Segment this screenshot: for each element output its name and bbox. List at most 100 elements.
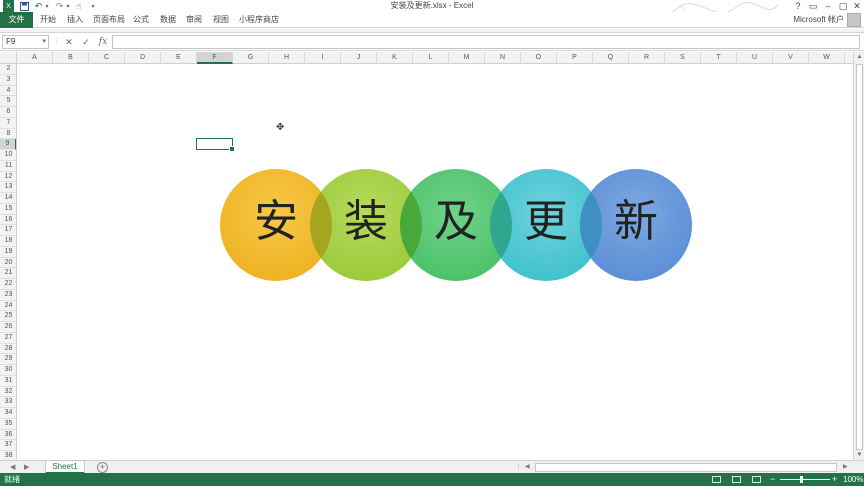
row-header-11[interactable]: 11 xyxy=(0,161,16,172)
tab-insert[interactable]: 插入 xyxy=(67,12,83,28)
row-header-24[interactable]: 24 xyxy=(0,301,16,312)
column-header-e[interactable]: E xyxy=(161,52,197,64)
name-box[interactable]: F9 ▾ xyxy=(2,35,49,49)
column-header-o[interactable]: O xyxy=(521,52,557,64)
row-header-21[interactable]: 21 xyxy=(0,268,16,279)
column-header-n[interactable]: N xyxy=(485,52,521,64)
chevron-down-icon[interactable]: ▾ xyxy=(42,36,46,48)
horizontal-scroll-thumb[interactable] xyxy=(535,463,837,472)
row-header-17[interactable]: 17 xyxy=(0,225,16,236)
tab-home[interactable]: 开始 xyxy=(40,12,56,28)
column-header-g[interactable]: G xyxy=(233,52,269,64)
zoom-slider-thumb[interactable] xyxy=(800,476,803,483)
column-header-t[interactable]: T xyxy=(701,52,737,64)
row-header-37[interactable]: 37 xyxy=(0,440,16,451)
row-header-34[interactable]: 34 xyxy=(0,408,16,419)
horizontal-scrollbar[interactable]: ◀ ▶ xyxy=(525,463,853,472)
row-header-6[interactable]: 6 xyxy=(0,107,16,118)
column-header-s[interactable]: S xyxy=(665,52,701,64)
tab-view[interactable]: 视图 xyxy=(213,12,229,28)
scroll-down-icon[interactable]: ▼ xyxy=(854,450,864,460)
row-header-12[interactable]: 12 xyxy=(0,172,16,183)
column-header-w[interactable]: W xyxy=(809,52,845,64)
column-header-p[interactable]: P xyxy=(557,52,593,64)
column-header-m[interactable]: M xyxy=(449,52,485,64)
row-header-5[interactable]: 5 xyxy=(0,96,16,107)
column-header-f[interactable]: F xyxy=(197,52,233,64)
row-header-19[interactable]: 19 xyxy=(0,247,16,258)
close-icon[interactable]: ✕ xyxy=(850,0,864,12)
row-header-28[interactable]: 28 xyxy=(0,344,16,355)
row-header-26[interactable]: 26 xyxy=(0,322,16,333)
tab-data[interactable]: 数据 xyxy=(160,12,176,28)
column-header-u[interactable]: U xyxy=(737,52,773,64)
row-header-20[interactable]: 20 xyxy=(0,258,16,269)
row-header-2[interactable]: 2 xyxy=(0,64,16,75)
circle-label-5: 新 xyxy=(614,196,658,247)
column-header-l[interactable]: L xyxy=(413,52,449,64)
add-sheet-button[interactable]: + xyxy=(97,462,108,473)
tab-page-layout[interactable]: 页面布局 xyxy=(93,12,125,28)
row-header-36[interactable]: 36 xyxy=(0,430,16,441)
column-header-r[interactable]: R xyxy=(629,52,665,64)
row-header-14[interactable]: 14 xyxy=(0,193,16,204)
row-header-10[interactable]: 10 xyxy=(0,150,16,161)
row-header-3[interactable]: 3 xyxy=(0,75,16,86)
column-header-a[interactable]: A xyxy=(17,52,53,64)
formula-input[interactable] xyxy=(112,35,860,49)
scroll-up-icon[interactable]: ▲ xyxy=(854,52,864,62)
page-break-preview-icon[interactable] xyxy=(752,476,761,483)
tab-mini-program-store[interactable]: 小程序商店 xyxy=(239,12,279,28)
vertical-scroll-thumb[interactable] xyxy=(856,64,863,450)
row-header-23[interactable]: 23 xyxy=(0,290,16,301)
normal-view-icon[interactable] xyxy=(712,476,721,483)
row-header-35[interactable]: 35 xyxy=(0,419,16,430)
zoom-out-button[interactable]: − xyxy=(770,473,775,486)
row-header-32[interactable]: 32 xyxy=(0,387,16,398)
row-header-27[interactable]: 27 xyxy=(0,333,16,344)
row-header-33[interactable]: 33 xyxy=(0,397,16,408)
row-header-13[interactable]: 13 xyxy=(0,182,16,193)
column-header-j[interactable]: J xyxy=(341,52,377,64)
column-header-v[interactable]: V xyxy=(773,52,809,64)
row-header-22[interactable]: 22 xyxy=(0,279,16,290)
column-header-b[interactable]: B xyxy=(53,52,89,64)
tab-formulas[interactable]: 公式 xyxy=(133,12,149,28)
zoom-slider[interactable] xyxy=(780,479,830,480)
zoom-level[interactable]: 100% xyxy=(843,473,863,486)
tab-review[interactable]: 审阅 xyxy=(186,12,202,28)
row-header-16[interactable]: 16 xyxy=(0,215,16,226)
row-header-8[interactable]: 8 xyxy=(0,129,16,140)
account-name[interactable]: Microsoft 帐户 xyxy=(793,12,844,28)
help-icon[interactable]: ? xyxy=(791,0,805,12)
row-header-4[interactable]: 4 xyxy=(0,86,16,97)
insert-function-button[interactable]: fx xyxy=(96,35,110,49)
enter-entry-button[interactable]: ✓ xyxy=(79,35,93,49)
maximize-icon[interactable]: ▢ xyxy=(836,0,850,12)
column-header-h[interactable]: H xyxy=(269,52,305,64)
row-header-29[interactable]: 29 xyxy=(0,354,16,365)
vertical-scrollbar[interactable]: ▲ ▼ xyxy=(853,52,864,460)
column-header-i[interactable]: I xyxy=(305,52,341,64)
page-layout-view-icon[interactable] xyxy=(732,476,741,483)
cancel-entry-button[interactable]: ✕ xyxy=(62,35,76,49)
tab-file[interactable]: 文件 xyxy=(0,12,33,28)
selected-cell-f9[interactable] xyxy=(196,138,235,152)
row-header-30[interactable]: 30 xyxy=(0,365,16,376)
select-all-corner[interactable] xyxy=(0,52,17,64)
row-header-15[interactable]: 15 xyxy=(0,204,16,215)
row-header-9[interactable]: 9 xyxy=(0,139,16,150)
row-header-38[interactable]: 38 xyxy=(0,451,16,460)
avatar[interactable] xyxy=(847,13,861,27)
row-header-18[interactable]: 18 xyxy=(0,236,16,247)
column-header-d[interactable]: D xyxy=(125,52,161,64)
ribbon-display-icon[interactable]: ▭ xyxy=(806,0,820,12)
column-header-c[interactable]: C xyxy=(89,52,125,64)
row-header-25[interactable]: 25 xyxy=(0,311,16,322)
column-header-k[interactable]: K xyxy=(377,52,413,64)
column-header-q[interactable]: Q xyxy=(593,52,629,64)
zoom-in-button[interactable]: + xyxy=(832,473,837,486)
row-header-31[interactable]: 31 xyxy=(0,376,16,387)
minimize-icon[interactable]: – xyxy=(821,0,835,12)
row-header-7[interactable]: 7 xyxy=(0,118,16,129)
